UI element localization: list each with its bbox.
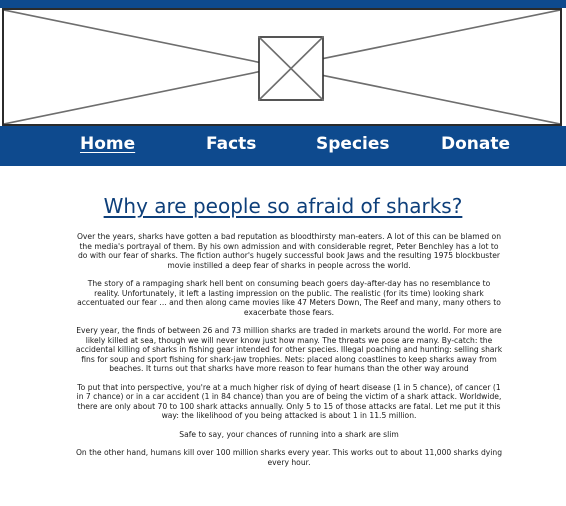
nav-item-donate[interactable]: Donate bbox=[441, 134, 510, 154]
nav-item-facts[interactable]: Facts bbox=[206, 134, 256, 154]
image-placeholder-icon bbox=[4, 10, 560, 124]
article-paragraph: Every year, the finds of between 26 and … bbox=[75, 326, 503, 373]
main-navigation: Home Facts Species Donate bbox=[0, 126, 566, 166]
nav-item-species[interactable]: Species bbox=[316, 134, 390, 154]
hero-image-placeholder bbox=[2, 8, 562, 126]
article-paragraph: Safe to say, your chances of running int… bbox=[179, 429, 399, 439]
page-title: Why are people so afraid of sharks? bbox=[103, 194, 463, 218]
article-body: Over the years, sharks have gotten a bad… bbox=[74, 232, 504, 476]
article-paragraph: To put that into perspective, you're at … bbox=[76, 382, 502, 421]
top-accent-bar bbox=[0, 0, 566, 8]
main-content: Why are people so afraid of sharks? Over… bbox=[0, 166, 566, 506]
nav-item-home[interactable]: Home bbox=[80, 134, 135, 154]
article-paragraph: Over the years, sharks have gotten a bad… bbox=[76, 232, 502, 270]
article-paragraph: On the other hand, humans kill over 100 … bbox=[75, 448, 503, 467]
article-paragraph: The story of a rampaging shark hell bent… bbox=[77, 279, 501, 317]
